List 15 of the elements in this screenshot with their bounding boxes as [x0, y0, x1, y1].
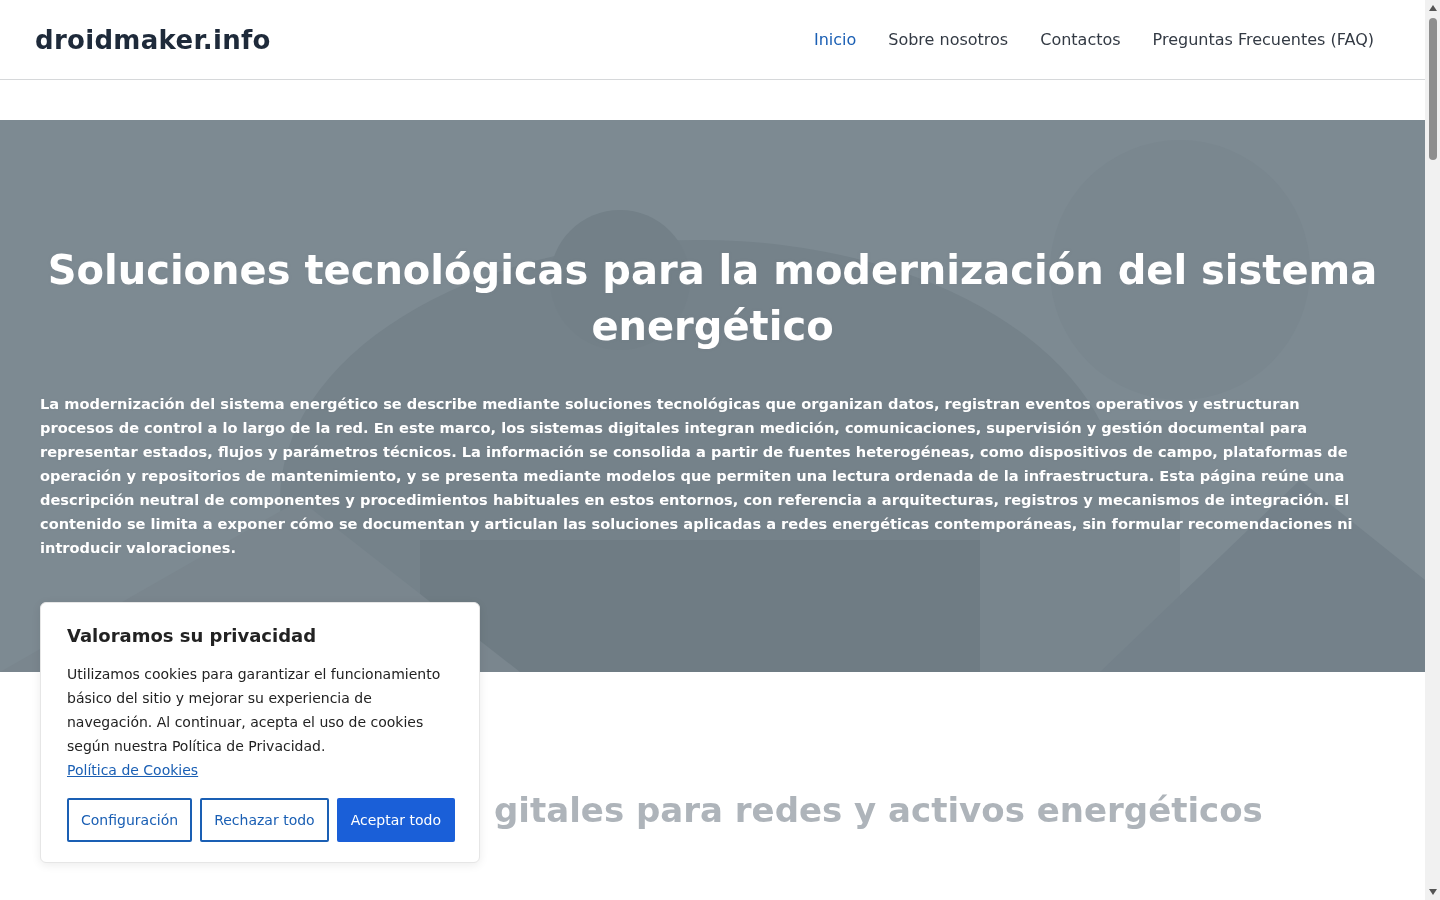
nav-link[interactable]: Contactos — [1040, 30, 1121, 49]
nav-link[interactable]: Preguntas Frecuentes (FAQ) — [1152, 30, 1374, 49]
nav-link[interactable]: Inicio — [813, 30, 857, 49]
nav-link[interactable]: Sobre nosotros — [888, 30, 1009, 49]
cookie-text: Utilizamos cookies para garantizar el funcionamiento básico del sitio y mejorar su experiencia de navegación. Al continuar, acepta el uso de cookies según nuestra Política de Privacidad. Política de Cookies — [67, 665, 442, 780]
hero-title: Soluciones tecnológicas para la modernización del sistema energético — [46, 246, 1379, 351]
cookie-policy-link[interactable]: Política de Cookies — [67, 762, 199, 778]
cookie-title: Valoramos su privacidad — [67, 625, 318, 646]
outline-button[interactable]: Configuración — [67, 798, 193, 842]
hero-paragraph: La modernización del sistema energético se describe mediante soluciones tecnológicas que organizan datos, registran eventos operativos y estructuran procesos de control a lo largo de la red. En este marco, los sistemas digitales integran medición, comunicaciones, supervisión y gestión documental para representar estados, flujos y parámetros técnicos. La información se consolida a partir de fuentes heterogéneas, como dispositivos de campo, plataformas de operación y repositorios de mantenimiento, y se presenta mediante modelos que permiten una lectura ordenada de la infraestructura. Esta página reúne una descripción neutral de componentes y procedimientos habituales en estos entornos, con referencia a arquitecturas, registros y mecanismos de integración. El contenido se limita a exponer cómo se documentan y articulan las soluciones aplicadas a redes energéticas contemporáneas, sin formular recomendaciones ni introducir valoraciones. — [40, 394, 1354, 558]
section-title: gitales para redes y activos energéticos — [494, 790, 1264, 830]
outline-button[interactable]: Rechazar todo — [200, 798, 329, 842]
accept-button[interactable]: Aceptar todo — [336, 798, 455, 842]
scrollbar[interactable] — [1425, 0, 1440, 900]
site-logo[interactable]: droidmaker.info — [35, 24, 271, 55]
